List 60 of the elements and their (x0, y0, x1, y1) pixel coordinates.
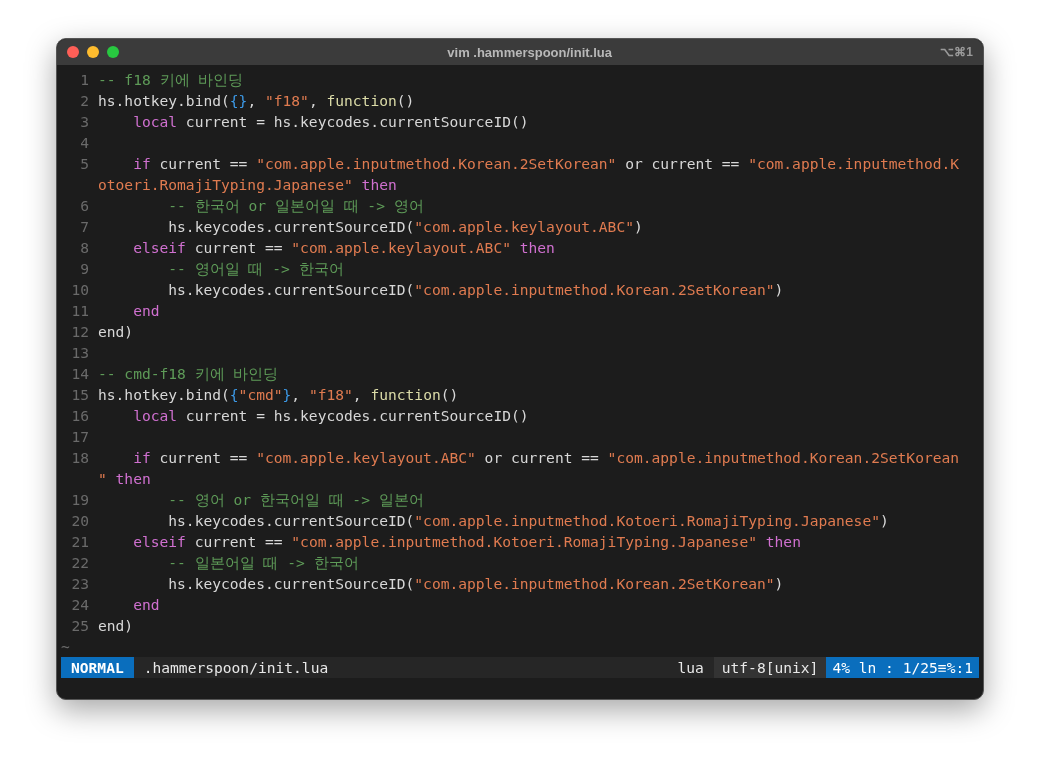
line-number: 4 (79, 133, 89, 153)
code-line: -- 영어 or 한국어일 때 -> 일본어 (167, 490, 424, 510)
line-number: 25 (70, 616, 89, 636)
zoom-button[interactable] (107, 46, 119, 58)
line-number: 5 (79, 154, 89, 174)
code-line: hs.keycodes.currentSourceID("com.apple.inputmethod.Kotoeri.RomajiTyping.Japanese") (167, 511, 889, 531)
code-line: local current = hs.keycodes.currentSourceID() (132, 112, 529, 132)
line-number: 23 (70, 574, 89, 594)
code-line: end) (98, 322, 134, 342)
code-line: otoeri.RomajiTyping.Japanese" then (98, 175, 397, 195)
line-number: 8 (79, 238, 89, 258)
line-number: 17 (70, 427, 89, 447)
line-number: 11 (70, 301, 89, 321)
code-line: hs.keycodes.currentSourceID("com.apple.keylayout.ABC") (167, 217, 643, 237)
minimize-button[interactable] (87, 46, 99, 58)
shortcut-label: ⌥⌘1 (940, 45, 973, 59)
file-name: .hammerspoon/init.lua (142, 658, 330, 678)
line-number: 18 (70, 448, 89, 468)
code-line: hs.hotkey.bind({"cmd"}, "f18", function() (98, 385, 459, 405)
file-type: lua (676, 658, 705, 678)
line-number: 2 (79, 91, 89, 111)
code-line: -- f18 키에 바인딩 (98, 70, 244, 90)
line-number: 19 (70, 490, 89, 510)
code-line: end) (98, 616, 134, 636)
code-line: if current == "com.apple.inputmethod.Korean.2SetKorean" or current == "com.apple.inputmethod.K (132, 154, 960, 174)
line-number: 16 (70, 406, 89, 426)
code-line: elseif current == "com.apple.keylayout.ABC" then (132, 238, 555, 258)
code-line: hs.keycodes.currentSourceID("com.apple.inputmethod.Korean.2SetKorean") (167, 574, 784, 594)
line-number: 3 (79, 112, 89, 132)
line-number: 20 (70, 511, 89, 531)
close-button[interactable] (67, 46, 79, 58)
code-line: end (132, 595, 160, 615)
line-number: 21 (70, 532, 89, 552)
window-title: vim .hammerspoon/init.lua (446, 44, 613, 60)
line-number: 24 (70, 595, 89, 615)
code-line: -- 영어일 때 -> 한국어 (167, 259, 344, 279)
code-line: hs.keycodes.currentSourceID("com.apple.inputmethod.Korean.2SetKorean") (167, 280, 784, 300)
line-number: 9 (79, 259, 89, 279)
line-number: 14 (70, 364, 89, 384)
cursor-position: 4% ln : 1/25≡%:1 (826, 657, 979, 678)
code-line: if current == "com.apple.keylayout.ABC" or current == "com.apple.inputmethod.Korean.2SetKorean (132, 448, 960, 468)
line-number: 7 (79, 217, 89, 237)
code-line: -- cmd-f18 키에 바인딩 (98, 364, 279, 384)
line-number: 1 (79, 70, 89, 90)
file-encoding: utf-8[unix] (713, 657, 827, 678)
code-line: hs.hotkey.bind({}, "f18", function() (98, 91, 415, 111)
line-number: 13 (70, 343, 89, 363)
code-line: -- 일본어일 때 -> 한국어 (167, 553, 359, 573)
line-number: 12 (70, 322, 89, 342)
line-number: 10 (70, 280, 89, 300)
line-number: 15 (70, 385, 89, 405)
code-line: end (132, 301, 160, 321)
empty-line-marker: ~ (60, 637, 70, 657)
mode-indicator: NORMAL (61, 657, 134, 678)
code-line: local current = hs.keycodes.currentSourceID() (132, 406, 529, 426)
code-line: -- 한국어 or 일본어일 때 -> 영어 (167, 196, 424, 216)
line-number: 6 (79, 196, 89, 216)
code-line: " then (98, 469, 151, 489)
line-number: 22 (70, 553, 89, 573)
code-line: elseif current == "com.apple.inputmethod.Kotoeri.RomajiTyping.Japanese" then (132, 532, 801, 552)
